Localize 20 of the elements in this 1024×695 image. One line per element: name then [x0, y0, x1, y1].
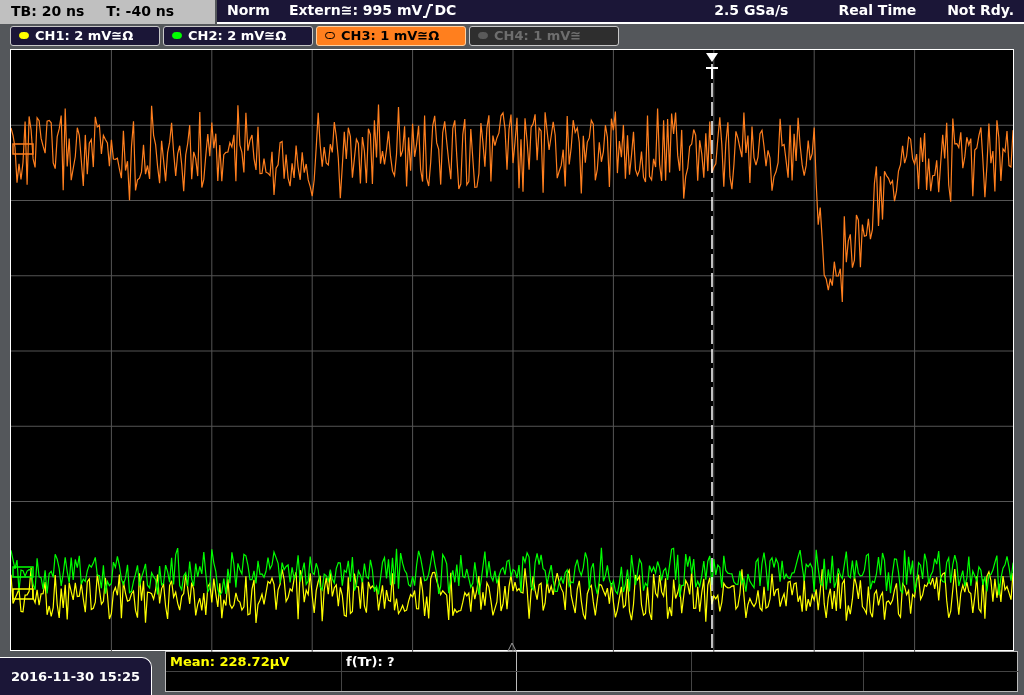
date-time-panel: 2016-11-30 15:25: [0, 657, 152, 695]
rising-edge-icon: [423, 3, 434, 18]
offset-marker-icon: [12, 588, 34, 600]
offset-marker-icon: [12, 566, 34, 578]
coupling-text: DC: [434, 1, 457, 21]
measurement-text: f(Tr): ?: [346, 653, 395, 671]
sample-rate-text: 2.5 GSa/s: [714, 1, 789, 21]
status-text: Not Rdy.: [947, 1, 1014, 21]
channel-tab[interactable]: CH1: 2 mV≅Ω: [10, 25, 160, 46]
trigger-source-text: Extern≅: 995 mV: [289, 1, 423, 21]
offset-marker-icon: [12, 143, 34, 155]
channel-tab[interactable]: CH3: 1 mV≅Ω: [316, 25, 466, 46]
acquisition-text: Real Time: [838, 1, 917, 21]
ground-marker-icon: [507, 642, 517, 652]
trigger-time-text: T: -40 ns: [106, 2, 175, 22]
channel-tab[interactable]: CH2: 2 mV≅Ω: [163, 25, 313, 46]
timebase-text: TB: 20 ns: [11, 2, 85, 22]
trigger-mode-text: Norm: [227, 1, 271, 21]
measurement-text: Mean: 228.72µV: [170, 653, 290, 671]
trigger-marker-icon: [706, 52, 718, 79]
